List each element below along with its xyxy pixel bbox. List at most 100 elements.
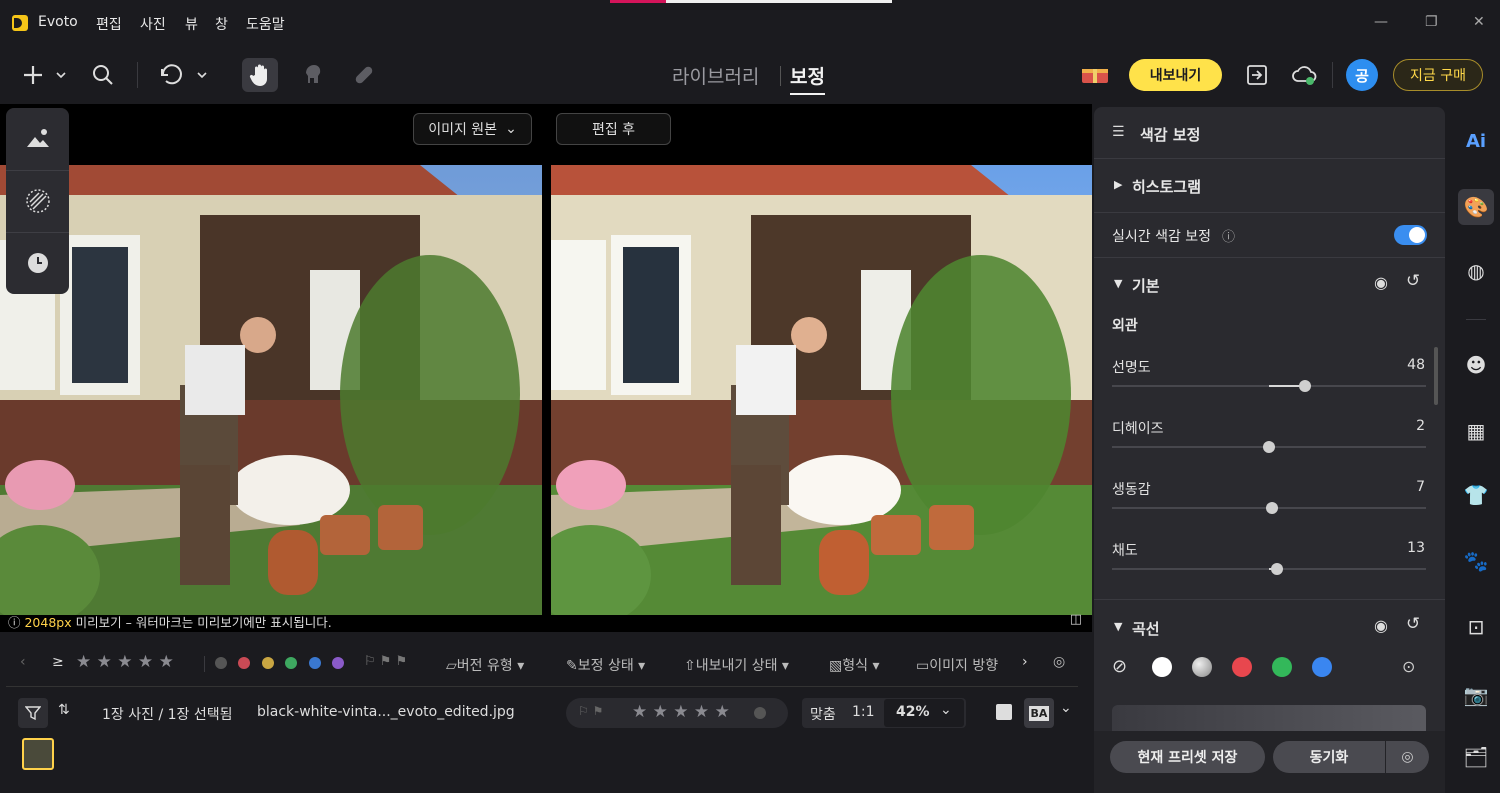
slider-value[interactable]: 2: [1416, 418, 1425, 434]
realtime-toggle[interactable]: [1394, 225, 1427, 245]
slider-handle[interactable]: [1263, 441, 1275, 453]
color-green-dot[interactable]: [285, 657, 298, 669]
flag-filter-icons[interactable]: ⚐ ⚑ ⚑: [364, 654, 407, 669]
sync-settings-icon[interactable]: ◎: [1386, 741, 1429, 773]
basic-section-label[interactable]: 기본: [1132, 275, 1160, 296]
panel-scrollbar[interactable]: [1434, 347, 1438, 405]
hand-tool-icon[interactable]: [242, 58, 278, 92]
slider-track[interactable]: [1112, 380, 1426, 392]
scroll-right-icon[interactable]: ›: [1022, 654, 1028, 670]
export-status-filter[interactable]: ⇧내보내기 상태 ▾: [684, 655, 789, 675]
menu-view[interactable]: 뷰: [185, 14, 198, 34]
curve-gray-channel[interactable]: [1192, 657, 1212, 677]
chevron-down-icon[interactable]: ⌄: [1060, 700, 1072, 716]
curve-red-channel[interactable]: [1232, 657, 1252, 677]
color-blue-dot[interactable]: [308, 657, 321, 669]
help-icon[interactable]: ⓘ: [1222, 226, 1235, 245]
one-to-one-button[interactable]: 1:1: [852, 704, 875, 720]
format-filter[interactable]: ▧형식 ▾: [829, 655, 879, 675]
pet-paw-icon[interactable]: 🐾: [1458, 543, 1494, 579]
texture-circle-icon[interactable]: [6, 171, 69, 231]
reset-icon[interactable]: ↺: [1406, 271, 1420, 291]
menu-window[interactable]: 창: [215, 14, 228, 34]
import-icon[interactable]: [1240, 58, 1274, 92]
tab-library[interactable]: 라이브러리: [672, 62, 759, 89]
add-dropdown-button[interactable]: [18, 58, 70, 92]
color-none-dot[interactable]: [215, 657, 227, 669]
slider-handle[interactable]: [1266, 502, 1279, 514]
liquify-tool-icon[interactable]: [296, 58, 330, 92]
edited-image-label[interactable]: 편집 후: [556, 113, 671, 145]
slider-value[interactable]: 48: [1407, 357, 1425, 373]
photo-thumbnail[interactable]: [22, 738, 54, 770]
slider-value[interactable]: 13: [1407, 540, 1425, 556]
split-view-icon[interactable]: ◫: [1070, 612, 1082, 627]
edit-status-filter[interactable]: ✎보정 상태 ▾: [566, 655, 645, 675]
crop-icon[interactable]: ⊡: [1458, 609, 1494, 645]
rating-stars[interactable]: ★ ★ ★ ★ ★: [632, 702, 730, 722]
slider-handle[interactable]: [1299, 380, 1312, 392]
filter-settings-icon[interactable]: ◎: [1053, 654, 1065, 670]
reset-icon[interactable]: ↺: [1406, 614, 1420, 634]
before-after-toggle[interactable]: BA: [1024, 698, 1054, 728]
slider-track[interactable]: [1112, 563, 1426, 575]
camera-icon[interactable]: 📷: [1458, 677, 1494, 713]
curve-blue-channel[interactable]: [1312, 657, 1332, 677]
background-icon[interactable]: ▦: [1458, 413, 1494, 449]
landscape-adjust-icon[interactable]: [6, 108, 69, 168]
color-label-dot[interactable]: [754, 707, 766, 719]
zoom-dropdown[interactable]: 42% ⌄: [884, 699, 964, 727]
slider-value[interactable]: 7: [1416, 479, 1425, 495]
curve-eyedropper-icon[interactable]: ⊘: [1112, 656, 1127, 677]
histogram-section[interactable]: ▶ 히스토그램: [1094, 160, 1445, 213]
bandage-tool-icon[interactable]: [347, 58, 381, 92]
cloud-sync-icon[interactable]: [1287, 58, 1321, 92]
flag-icons[interactable]: ⚐ ⚑: [578, 704, 603, 718]
image-canvas[interactable]: 이미지 원본 ⌄ 편집 후 ⓘ 2048px 미리보기 – 워터마크는 미리보기…: [0, 104, 1092, 632]
menu-photo[interactable]: 사진: [140, 14, 166, 34]
history-clock-icon[interactable]: [6, 233, 69, 293]
single-view-icon[interactable]: [996, 704, 1012, 720]
restore-icon[interactable]: ❐: [1425, 14, 1438, 30]
color-purple-dot[interactable]: [332, 657, 345, 669]
undo-dropdown-button[interactable]: [155, 58, 213, 92]
visibility-eye-icon[interactable]: ◉: [1374, 273, 1388, 292]
fit-button[interactable]: 맞춤: [810, 704, 836, 724]
curve-section-label[interactable]: 곡선: [1132, 618, 1160, 639]
star-filter[interactable]: ★ ★ ★ ★ ★: [76, 652, 174, 672]
close-icon[interactable]: ✕: [1473, 14, 1485, 30]
slider-track[interactable]: [1112, 441, 1426, 453]
color-label-filter[interactable]: [215, 657, 345, 673]
version-type-filter[interactable]: ▱버전 유형 ▾: [446, 655, 524, 675]
save-preset-button[interactable]: 현재 프리셋 저장: [1110, 741, 1265, 773]
color-yellow-dot[interactable]: [261, 657, 274, 669]
texture-icon[interactable]: ◍: [1458, 253, 1494, 289]
tab-edit[interactable]: 보정: [790, 62, 825, 95]
ai-icon[interactable]: Ai: [1458, 123, 1494, 159]
orientation-filter[interactable]: ▭이미지 방향: [916, 655, 998, 675]
minimize-icon[interactable]: —: [1374, 14, 1388, 30]
visibility-eye-icon[interactable]: ◉: [1374, 616, 1388, 635]
color-red-dot[interactable]: [238, 657, 251, 669]
menu-help[interactable]: 도움말: [246, 14, 285, 34]
original-image-dropdown[interactable]: 이미지 원본 ⌄: [413, 113, 532, 145]
curve-green-channel[interactable]: [1272, 657, 1292, 677]
filter-icon[interactable]: [18, 698, 48, 728]
rating-filter-icon[interactable]: ≥: [52, 654, 64, 670]
curve-target-icon[interactable]: ⊙: [1402, 657, 1415, 676]
sync-button[interactable]: 동기화: [1273, 741, 1385, 773]
curve-white-channel[interactable]: [1152, 657, 1172, 677]
sort-icon[interactable]: ⇅: [58, 702, 70, 718]
buy-now-button[interactable]: 지금 구매: [1393, 59, 1483, 91]
clothing-icon[interactable]: 👕: [1458, 477, 1494, 513]
folder-settings-icon[interactable]: 🗂: [1458, 739, 1494, 775]
search-icon[interactable]: [86, 58, 120, 92]
face-icon[interactable]: ☻: [1458, 347, 1494, 383]
slider-handle[interactable]: [1270, 563, 1283, 575]
scroll-left-icon[interactable]: ‹: [20, 654, 26, 670]
color-palette-icon[interactable]: 🎨: [1458, 189, 1494, 225]
menu-edit[interactable]: 편집: [96, 14, 122, 34]
curve-graph[interactable]: [1112, 705, 1426, 731]
avatar[interactable]: 공: [1346, 59, 1378, 91]
slider-track[interactable]: [1112, 502, 1426, 514]
